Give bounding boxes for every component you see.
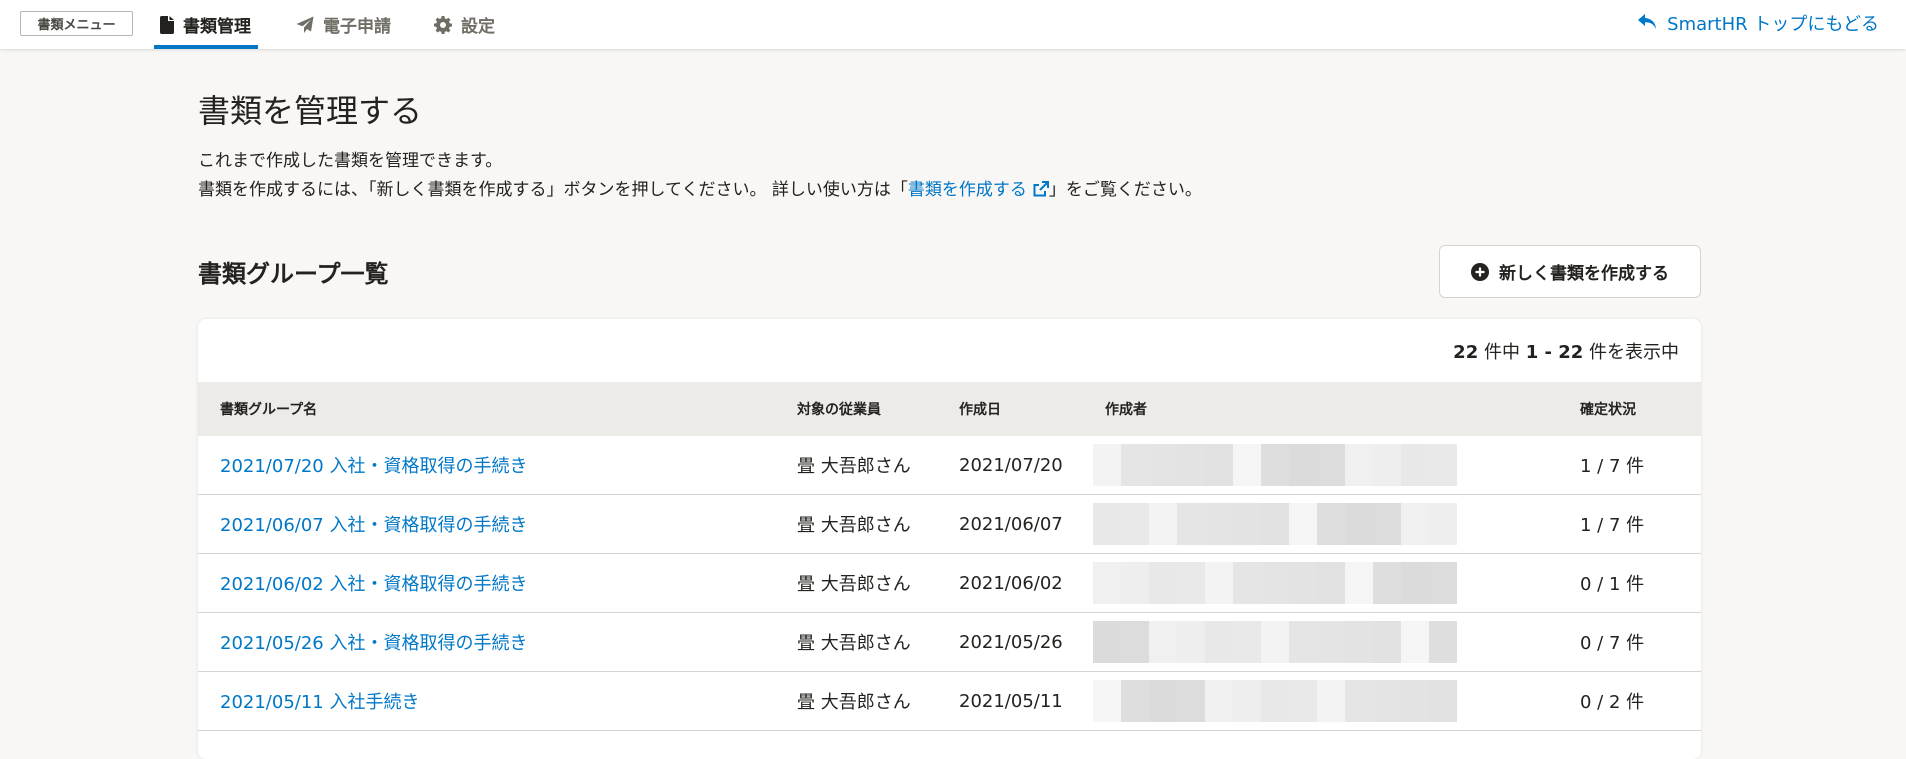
- header-status: 確定状況: [1580, 402, 1636, 418]
- help-link-create-document[interactable]: 書類を作成する: [908, 180, 1049, 200]
- plus-circle-icon: [1471, 262, 1489, 281]
- paper-plane-icon: [296, 16, 314, 34]
- description-line-2: 書類を作成するには、「新しく書類を作成する」ボタンを押してください。 詳しい使い…: [198, 176, 1202, 207]
- document-group-link[interactable]: 2021/05/26 入社・資格取得の手続き: [220, 613, 527, 671]
- tab-electronic-application[interactable]: 電子申請: [296, 0, 391, 49]
- redacted-creator: [1093, 562, 1457, 604]
- document-group-link[interactable]: 2021/05/11 入社手続き: [220, 672, 419, 730]
- back-to-smarthr-link[interactable]: SmartHR トップにもどる: [1638, 0, 1879, 45]
- status-cell: 1 / 7 件: [1580, 515, 1645, 536]
- document-menu-label: 書類メニュー: [20, 11, 133, 36]
- created-date-cell: 2021/05/11: [959, 690, 1063, 712]
- created-date-cell: 2021/06/02: [959, 572, 1063, 594]
- status-cell: 0 / 2 件: [1580, 692, 1645, 713]
- tab-document-management[interactable]: 書類管理: [154, 0, 258, 49]
- redacted-creator: [1093, 444, 1457, 486]
- count-total: 22: [1453, 342, 1479, 363]
- header-creator: 作成者: [1105, 402, 1147, 418]
- description-line-1: これまで作成した書類を管理できます。: [198, 151, 503, 171]
- table-header: 書類グループ名 対象の従業員 作成日 作成者 確定状況: [198, 382, 1701, 436]
- top-nav: 書類メニュー 書類管理 電子申請 設定 SmartHR トップにもどる: [0, 0, 1906, 49]
- table-row: 2021/07/20 入社・資格取得の手続き 畳 大吾郎さん 2021/07/2…: [198, 436, 1701, 495]
- document-group-link[interactable]: 2021/06/02 入社・資格取得の手続き: [220, 554, 527, 612]
- create-new-document-button[interactable]: 新しく書類を作成する: [1439, 245, 1701, 298]
- header-group-name: 書類グループ名: [220, 402, 318, 418]
- tab-label: 書類管理: [183, 17, 251, 37]
- count-text: 件中: [1478, 342, 1526, 363]
- page-title: 書類を管理する: [198, 92, 423, 130]
- status-cell: 0 / 7 件: [1580, 633, 1645, 654]
- employee-cell: 畳 大吾郎さん: [797, 515, 911, 536]
- status-cell: 1 / 7 件: [1580, 456, 1645, 477]
- document-group-table-card: 22 件中 1 - 22 件を表示中 書類グループ名 対象の従業員 作成日 作成…: [198, 319, 1701, 759]
- description-text: 」をご覧ください。: [1048, 180, 1202, 200]
- employee-cell: 畳 大吾郎さん: [797, 633, 911, 654]
- count-text: 件を表示中: [1583, 342, 1679, 363]
- count-range: 1 - 22: [1525, 342, 1584, 363]
- table-row: 2021/05/26 入社・資格取得の手続き 畳 大吾郎さん 2021/05/2…: [198, 613, 1701, 672]
- page-description: これまで作成した書類を管理できます。 書類を作成するには、「新しく書類を作成する…: [198, 147, 1202, 207]
- back-link-label: SmartHR トップにもどる: [1667, 13, 1879, 35]
- section-title: 書類グループ一覧: [198, 260, 389, 288]
- status-cell: 0 / 1 件: [1580, 574, 1645, 595]
- table-row: 2021/06/02 入社・資格取得の手続き 畳 大吾郎さん 2021/06/0…: [198, 554, 1701, 613]
- gear-icon: [434, 15, 452, 34]
- employee-cell: 畳 大吾郎さん: [797, 574, 911, 595]
- header-created-date: 作成日: [959, 402, 1001, 418]
- redacted-creator: [1093, 621, 1457, 663]
- employee-cell: 畳 大吾郎さん: [797, 456, 911, 477]
- employee-cell: 畳 大吾郎さん: [797, 692, 911, 713]
- header-employee: 対象の従業員: [797, 402, 881, 418]
- created-date-cell: 2021/06/07: [959, 513, 1063, 535]
- created-date-cell: 2021/05/26: [959, 631, 1063, 653]
- create-button-label: 新しく書類を作成する: [1499, 264, 1669, 284]
- redacted-creator: [1093, 680, 1457, 722]
- external-link-icon: [1033, 178, 1049, 207]
- description-text: 書類を作成するには、「新しく書類を作成する」ボタンを押してください。 詳しい使い…: [198, 180, 908, 200]
- document-group-link[interactable]: 2021/06/07 入社・資格取得の手続き: [220, 495, 527, 553]
- tab-label: 設定: [461, 17, 495, 37]
- created-date-cell: 2021/07/20: [959, 454, 1063, 476]
- document-group-link[interactable]: 2021/07/20 入社・資格取得の手続き: [220, 436, 527, 494]
- help-link-label: 書類を作成する: [907, 180, 1027, 200]
- reply-arrow-icon: [1638, 14, 1657, 31]
- tab-label: 電子申請: [323, 17, 391, 37]
- file-icon: [160, 15, 174, 34]
- redacted-creator: [1093, 503, 1457, 545]
- table-row: 2021/06/07 入社・資格取得の手続き 畳 大吾郎さん 2021/06/0…: [198, 495, 1701, 554]
- result-count: 22 件中 1 - 22 件を表示中: [1453, 338, 1679, 364]
- tab-settings[interactable]: 設定: [434, 0, 495, 49]
- table-row: 2021/05/11 入社手続き 畳 大吾郎さん 2021/05/11 0 / …: [198, 672, 1701, 731]
